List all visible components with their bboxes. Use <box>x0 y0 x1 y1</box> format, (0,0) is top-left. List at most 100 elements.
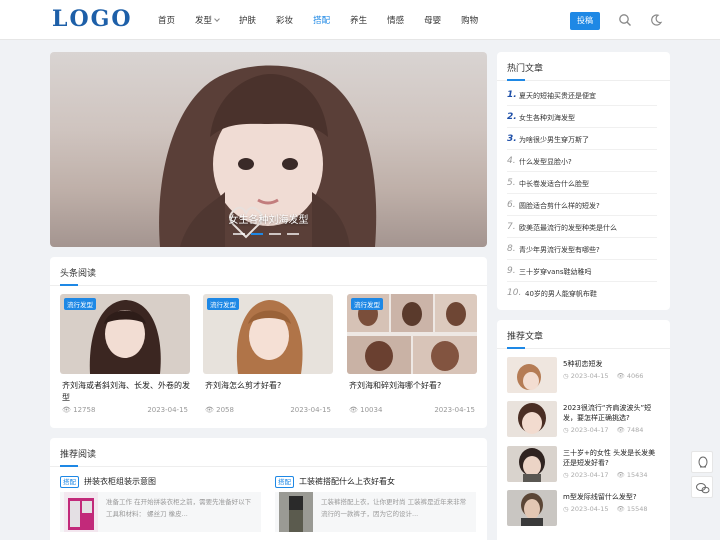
item-date: 2023-04-17 <box>570 471 609 479</box>
hot-item[interactable]: 6. 圆脸适合剪什么样的短发? <box>507 194 657 216</box>
recommended-item[interactable]: 5种初恋短发 ◷ 2023-04-15 👁 4066 <box>507 357 657 395</box>
article-thumbnail[interactable]: 流行发型 <box>60 294 190 374</box>
hot-item[interactable]: 3. 为啥很少男生穿万斯了 <box>507 128 657 150</box>
recommended-item-title[interactable]: m型发际线留什么发型? <box>563 492 661 502</box>
hot-articles-title: 热门文章 <box>507 64 544 74</box>
hot-item[interactable]: 2. 女生各种刘海发型 <box>507 106 657 128</box>
item-thumbnail[interactable] <box>507 490 557 526</box>
nav-shopping[interactable]: 购物 <box>461 14 478 26</box>
headline-article[interactable]: 流行发型 齐刘海和碎刘海哪个好看? 👁 10034 2023-04-15 <box>347 294 477 424</box>
chat-icon <box>698 456 708 468</box>
hot-item[interactable]: 8. 青少年男流行发型有哪些? <box>507 238 657 260</box>
hot-item-title[interactable]: 中长卷发适合什么脸型 <box>519 179 589 189</box>
nav-home[interactable]: 首页 <box>158 14 175 26</box>
nav-emotion[interactable]: 情感 <box>387 14 404 26</box>
hot-item-title[interactable]: 圆脸适合剪什么样的短发? <box>519 201 600 211</box>
hot-item[interactable]: 5. 中长卷发适合什么脸型 <box>507 172 657 194</box>
views-count: 👁 10034 <box>349 406 382 414</box>
headline-article[interactable]: 流行发型 齐刘海或者斜刘海、长发、外卷的发型 👁 12758 2023-04-1… <box>60 294 190 424</box>
recommend-item-body: 工装裤搭配上衣，让你更时尚 工装裤是近年来非常流行的一款裤子，因为它的设计... <box>275 492 476 532</box>
item-thumbnail[interactable] <box>507 357 557 393</box>
article-title[interactable]: 齐刘海怎么剪才好看? <box>205 380 333 392</box>
hot-item-title[interactable]: 夏天的短袖买贵还是便宜 <box>519 91 596 101</box>
item-thumbnail[interactable] <box>507 401 557 437</box>
rank-number: 6. <box>507 200 516 210</box>
nav-skincare[interactable]: 护肤 <box>239 14 256 26</box>
hot-item-title[interactable]: 三十岁穿vans鞋幼稚吗 <box>519 267 592 277</box>
hot-item[interactable]: 1. 夏天的短袖买贵还是便宜 <box>507 84 657 106</box>
item-meta: ◷ 2023-04-15 👁 4066 <box>563 372 643 380</box>
banner-dot[interactable] <box>287 233 299 235</box>
item-date: 2023-04-15 <box>570 505 609 513</box>
views-count: 👁 2058 <box>205 406 234 414</box>
moon-icon[interactable] <box>649 13 663 27</box>
category-tag[interactable]: 搭配 <box>60 476 79 488</box>
rank-number: 4. <box>507 156 516 166</box>
hot-articles-card: 热门文章 1. 夏天的短袖买贵还是便宜 2. 女生各种刘海发型 3. 为啥很少男生穿万… <box>497 52 670 310</box>
site-logo[interactable]: LOGO <box>52 6 133 32</box>
recommend-item-title[interactable]: 工装裤搭配什么上衣好看女 <box>299 476 395 487</box>
item-date: 2023-04-15 <box>570 372 609 380</box>
nav-outfit[interactable]: 搭配 <box>313 14 330 26</box>
item-thumbnail[interactable] <box>507 446 557 482</box>
hot-item[interactable]: 4. 什么发型显脸小? <box>507 150 657 172</box>
banner-dot[interactable] <box>269 233 281 235</box>
category-tag[interactable]: 搭配 <box>275 476 294 488</box>
hot-item[interactable]: 7. 欧美范最流行的发型种类是什么 <box>507 216 657 238</box>
views-value: 2058 <box>216 406 234 414</box>
nav-baby[interactable]: 母婴 <box>424 14 441 26</box>
rank-number: 3. <box>507 134 517 144</box>
divider <box>50 285 487 286</box>
wechat-button[interactable] <box>691 476 713 498</box>
item-date: 2023-04-17 <box>570 426 609 434</box>
hot-item[interactable]: 10. 40岁的男人能穿帆布鞋 <box>507 282 657 304</box>
article-thumbnail[interactable]: 流行发型 <box>203 294 333 374</box>
banner-pagination <box>233 233 305 235</box>
item-thumbnail[interactable] <box>64 492 98 532</box>
hot-item-title[interactable]: 欧美范最流行的发型种类是什么 <box>519 223 617 233</box>
title-underline <box>60 465 78 467</box>
clock-icon: ◷ <box>563 471 571 479</box>
banner-dot[interactable] <box>233 233 245 235</box>
recommended-item-title[interactable]: 5种初恋短发 <box>563 359 661 369</box>
hot-item-title[interactable]: 女生各种刘海发型 <box>519 113 575 123</box>
hot-item-title[interactable]: 什么发型显脸小? <box>519 157 572 167</box>
article-thumbnail[interactable]: 流行发型 <box>347 294 477 374</box>
recommended-item[interactable]: 三十岁+的女性 头发是长发美还是短发好看? ◷ 2023-04-17 👁 1543… <box>507 446 657 484</box>
nav-hairstyle[interactable]: 发型 <box>195 14 220 26</box>
hot-item-title[interactable]: 40岁的男人能穿帆布鞋 <box>525 289 597 299</box>
article-title[interactable]: 齐刘海或者斜刘海、长发、外卷的发型 <box>62 380 190 404</box>
recommend-item-title[interactable]: 拼装衣柜组装示意图 <box>84 476 156 487</box>
headline-article[interactable]: 流行发型 齐刘海怎么剪才好看? 👁 2058 2023-04-15 <box>203 294 333 424</box>
banner-dot-active[interactable] <box>251 233 263 235</box>
recommend-item-desc: 工装裤搭配上衣，让你更时尚 工装裤是近年来非常流行的一款裤子，因为它的设计... <box>321 498 467 518</box>
recommended-articles-title: 推荐文章 <box>507 332 544 342</box>
views-count: 👁 12758 <box>62 406 95 414</box>
search-icon[interactable] <box>618 13 632 27</box>
hero-banner[interactable]: 女生各种刘海发型 <box>50 52 487 247</box>
contact-button[interactable] <box>691 451 713 473</box>
eye-icon: 👁 <box>616 372 627 380</box>
category-badge: 流行发型 <box>351 298 383 310</box>
recommended-item-title[interactable]: 三十岁+的女性 头发是长发美还是短发好看? <box>563 448 661 468</box>
article-title[interactable]: 齐刘海和碎刘海哪个好看? <box>349 380 477 392</box>
nav-health[interactable]: 养生 <box>350 14 367 26</box>
hot-item-title[interactable]: 为啥很少男生穿万斯了 <box>519 135 589 145</box>
hot-item[interactable]: 9. 三十岁穿vans鞋幼稚吗 <box>507 260 657 282</box>
recommend-item[interactable]: 搭配 工装裤搭配什么上衣好看女 工装裤搭配上衣，让你更时尚 工装裤是近年来非常流… <box>275 476 476 540</box>
post-button[interactable]: 投稿 <box>570 12 600 30</box>
recommended-item-title[interactable]: 2023很流行“齐肩波波头”短发，要怎样正确挑选? <box>563 403 661 423</box>
article-date: 2023-04-15 <box>147 406 188 414</box>
main-nav: 首页 发型 护肤 彩妆 搭配 养生 情感 母婴 购物 <box>158 14 498 26</box>
clock-icon: ◷ <box>563 426 571 434</box>
title-underline <box>507 347 525 349</box>
item-thumbnail[interactable] <box>279 492 313 532</box>
recommend-item[interactable]: 搭配 拼装衣柜组装示意图 准备工作 在开始拼装衣柜之前，需要先准备好以下工具和材… <box>60 476 261 540</box>
eye-icon: 👁 <box>616 505 627 513</box>
recommended-item[interactable]: 2023很流行“齐肩波波头”短发，要怎样正确挑选? ◷ 2023-04-17 👁 … <box>507 401 657 439</box>
recommended-item[interactable]: m型发际线留什么发型? ◷ 2023-04-15 👁 15548 <box>507 490 657 528</box>
hot-item-title[interactable]: 青少年男流行发型有哪些? <box>519 245 600 255</box>
rank-number: 9. <box>507 266 516 276</box>
nav-makeup[interactable]: 彩妆 <box>276 14 293 26</box>
item-views: 15434 <box>626 471 648 479</box>
